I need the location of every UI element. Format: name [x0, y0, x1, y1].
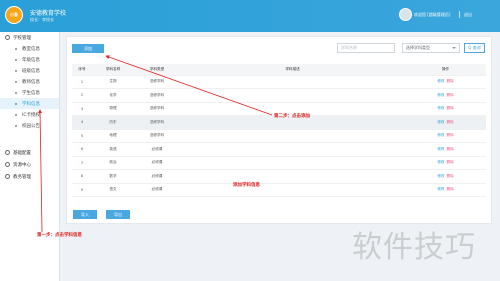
annotation-step2: 第二步：点击添加 — [274, 114, 310, 119]
annotation-step1: 第一步：点击学科信息 — [37, 233, 82, 238]
annotation-note: 添加学科信息 — [233, 183, 260, 188]
step1-arrow — [38, 109, 43, 233]
step2-arrow — [105, 55, 273, 116]
watermark: 软件技巧 — [352, 230, 476, 265]
